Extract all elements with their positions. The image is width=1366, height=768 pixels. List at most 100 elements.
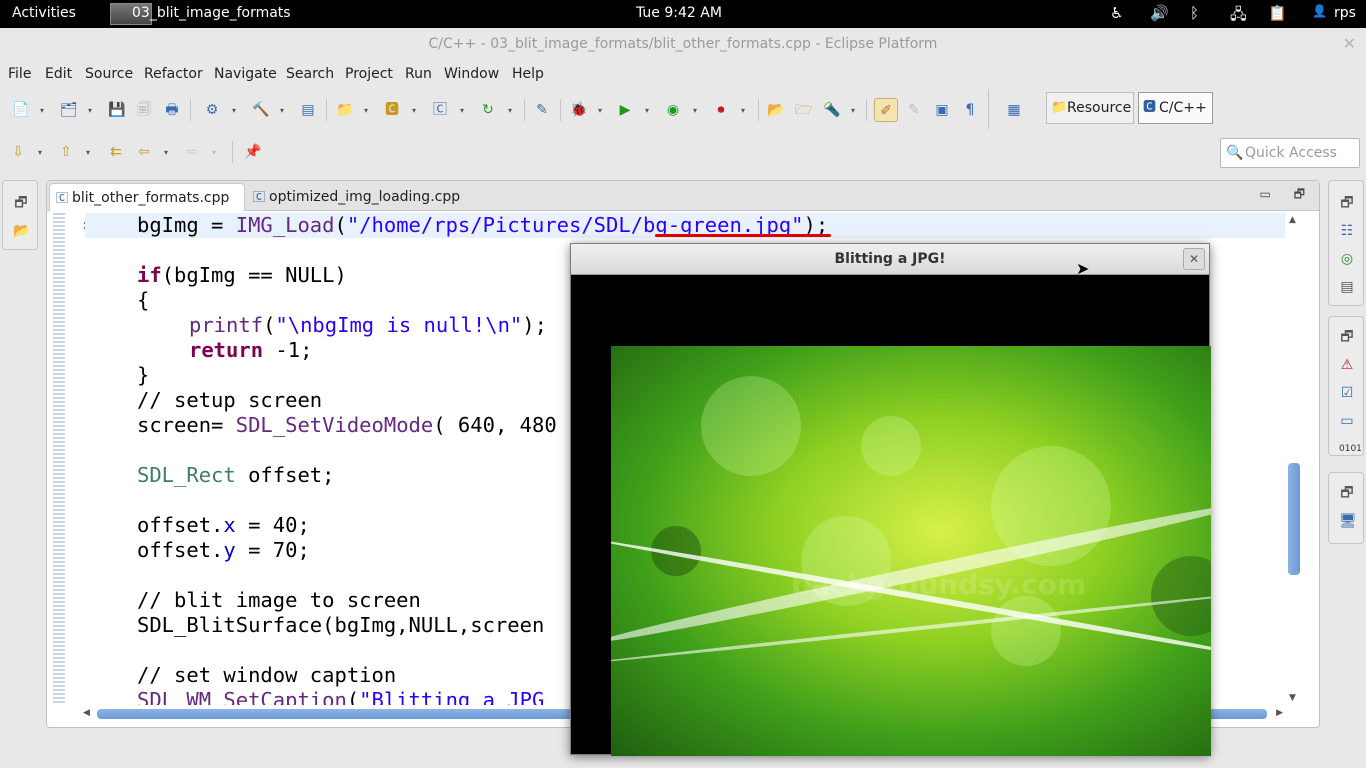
terminal-icon[interactable]: 🖥: [1339, 513, 1357, 529]
cpp-file-icon: 🄲: [253, 190, 266, 204]
code-line: SDL_Rect offset;: [137, 463, 335, 487]
restore-icon[interactable]: 🗗: [1339, 329, 1355, 345]
open-element-icon[interactable]: 🗁: [795, 102, 812, 118]
new-source-folder-icon[interactable]: 📁: [336, 102, 353, 118]
perspective-resource[interactable]: 📁 Resource: [1046, 92, 1134, 124]
scroll-left-icon[interactable]: ◀: [83, 708, 90, 718]
coverage-icon[interactable]: ◉: [665, 102, 681, 118]
code-line: }: [137, 363, 150, 387]
new-icon[interactable]: 📄: [12, 102, 29, 118]
task-list-icon[interactable]: ▤: [1339, 279, 1355, 295]
clipboard-icon[interactable]: 📋: [1268, 4, 1287, 22]
build-icon[interactable]: 🔨: [252, 102, 269, 118]
editor-window-controls: ▭ 🗗: [1259, 185, 1305, 206]
accessibility-icon[interactable]: ♿: [1110, 4, 1123, 22]
folder-icon: 📁: [1051, 100, 1068, 115]
restore-icon[interactable]: 🗗: [1339, 485, 1355, 501]
pin-editor-icon[interactable]: 📌: [244, 144, 261, 160]
save-all-icon[interactable]: 🗐: [136, 102, 152, 118]
activities-button[interactable]: Activities: [12, 5, 76, 21]
code-line: if(bgImg == NULL): [137, 263, 347, 287]
code-line: offset.y = 70;: [137, 538, 310, 562]
search-tool-icon[interactable]: 🔦: [823, 102, 840, 118]
scroll-right-icon[interactable]: ▶: [1276, 708, 1283, 718]
save-icon[interactable]: 💾: [108, 102, 125, 118]
menu-edit[interactable]: Edit: [45, 66, 72, 82]
project-explorer-icon[interactable]: 📂: [13, 223, 30, 239]
last-edit-icon[interactable]: ⇇: [108, 144, 124, 160]
close-icon[interactable]: ✕: [1343, 28, 1356, 60]
block-selection-icon[interactable]: ▣: [934, 102, 950, 118]
run-icon[interactable]: ▶: [617, 102, 633, 118]
console-icon[interactable]: ▭: [1339, 413, 1355, 429]
user-icon[interactable]: 👤: [1312, 4, 1327, 18]
editor-ruler: [53, 213, 65, 705]
menu-source[interactable]: Source: [85, 66, 133, 82]
open-perspective-icon[interactable]: ▦: [1006, 102, 1022, 118]
mouse-cursor-icon: ➤: [1076, 259, 1090, 278]
menu-window[interactable]: Window: [444, 66, 499, 82]
show-whitespace-icon[interactable]: ¶: [962, 102, 978, 118]
maximize-icon[interactable]: 🗗: [1294, 187, 1305, 201]
mark-occurrences-icon[interactable]: ✎: [906, 102, 922, 118]
pin-icon[interactable]: ✎: [534, 102, 550, 118]
refresh-icon[interactable]: ↻: [480, 102, 496, 118]
print-icon[interactable]: 🖶: [164, 102, 180, 118]
menu-refactor[interactable]: Refactor: [144, 66, 203, 82]
menu-file[interactable]: File: [8, 66, 31, 82]
sdl-window-titlebar[interactable]: Blitting a JPG! ✕: [571, 244, 1209, 275]
tab-optimized-img-loading[interactable]: 🄲 optimized_img_loading.cpp: [247, 183, 460, 211]
outline-icon[interactable]: ☷: [1339, 223, 1355, 239]
editor-tabs: 🄲 blit_other_formats.cpp ✕ 🄲 optimized_i…: [47, 181, 1319, 233]
code-line: SDL_BlitSurface(bgImg,NULL,screen: [137, 613, 545, 637]
new-project-icon[interactable]: 🗂: [60, 102, 78, 118]
forward-icon[interactable]: ⇨: [184, 144, 200, 160]
scroll-up-icon[interactable]: ▲: [1289, 215, 1296, 225]
quick-access-input[interactable]: 🔍 Quick Access: [1220, 138, 1360, 168]
problems-icon[interactable]: ⚠: [1339, 357, 1355, 373]
code-line: {: [137, 288, 150, 312]
code-line: SDL_WM_SetCaption("Blitting a JPG: [137, 688, 545, 705]
code-line: offset.x = 40;: [137, 513, 310, 537]
prev-annotation-icon[interactable]: ⇧: [58, 144, 74, 160]
volume-icon[interactable]: 🔊: [1150, 4, 1169, 22]
make-target-icon[interactable]: ◎: [1339, 251, 1355, 267]
network-icon[interactable]: 🖧: [1230, 4, 1247, 29]
red-underline: [655, 234, 831, 237]
scroll-down-icon[interactable]: ▼: [1289, 693, 1296, 703]
menu-run[interactable]: Run: [405, 66, 432, 82]
close-icon[interactable]: ✕: [1183, 248, 1205, 270]
bluetooth-icon[interactable]: ᛒ: [1190, 4, 1199, 22]
perspective-cpp[interactable]: 🅲 C/C++: [1138, 92, 1213, 124]
minimize-icon[interactable]: ▭: [1259, 187, 1270, 201]
external-tools-icon[interactable]: ⏺: [713, 102, 729, 118]
vertical-scroll-thumb[interactable]: [1288, 463, 1300, 575]
menu-navigate[interactable]: Navigate: [214, 66, 277, 82]
open-type-icon[interactable]: 📂: [767, 102, 784, 118]
vertical-scrollbar[interactable]: ▲ ▼: [1287, 213, 1301, 705]
build-config-icon[interactable]: ⚙: [204, 102, 220, 118]
user-name[interactable]: rps: [1334, 5, 1356, 21]
app-menu-button[interactable]: 03_blit_image_formats: [108, 0, 328, 28]
memory-icon[interactable]: 0101: [1339, 441, 1362, 457]
secondary-toolbar: ⇩ ▾ ⇧ ▾ ⇇ ⇦ ▾ ⇨ ▾ 📌: [0, 134, 1366, 170]
menu-help[interactable]: Help: [512, 66, 544, 82]
new-file-icon[interactable]: 🄲: [432, 102, 448, 118]
binary-icon[interactable]: ▤: [300, 102, 316, 118]
menu-bar: File Edit Source Refactor Navigate Searc…: [0, 60, 1366, 88]
back-icon[interactable]: ⇦: [136, 144, 152, 160]
next-annotation-icon[interactable]: ⇩: [10, 144, 26, 160]
tasks-icon[interactable]: ☑: [1339, 385, 1355, 401]
restore-icon[interactable]: 🗗: [1339, 195, 1355, 211]
restore-icon[interactable]: 🗗: [13, 195, 29, 211]
window-title: C/C++ - 03_blit_image_formats/blit_other…: [428, 36, 938, 52]
new-class-icon[interactable]: 🅲: [384, 102, 400, 118]
tab-blit-other-formats[interactable]: 🄲 blit_other_formats.cpp ✕: [49, 183, 245, 233]
debug-icon[interactable]: 🐞: [570, 102, 587, 118]
right-trim-stack-1: 🗗 ☷ ◎ ▤: [1328, 180, 1364, 306]
menu-project[interactable]: Project: [345, 66, 393, 82]
clock[interactable]: Tue 9:42 AM: [636, 5, 722, 21]
highlight-icon[interactable]: ✐: [874, 98, 898, 122]
menu-search[interactable]: Search: [286, 66, 334, 82]
sdl-window[interactable]: Blitting a JPG! ✕ backgroundsy.com: [570, 243, 1211, 756]
